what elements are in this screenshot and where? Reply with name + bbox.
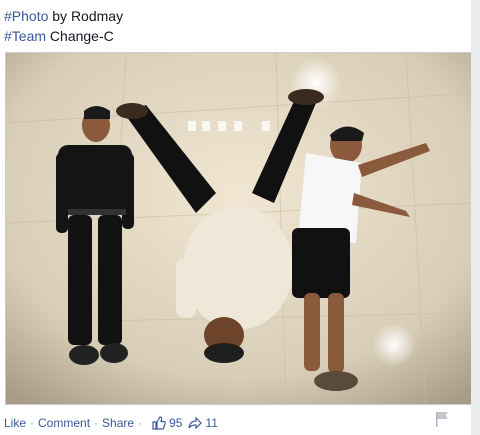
thumbs-up-icon[interactable] — [152, 416, 166, 431]
share-link[interactable]: Share — [102, 416, 134, 430]
caption-line-team: #Team Change-C — [4, 26, 464, 46]
like-link[interactable]: Like — [4, 416, 26, 430]
post-caption: #Photo by Rodmay #Team Change-C — [4, 0, 464, 46]
photo-illustration — [6, 53, 474, 404]
hashtag-photo[interactable]: #Photo — [4, 8, 48, 24]
comment-link[interactable]: Comment — [38, 416, 90, 430]
separator: · — [30, 416, 35, 430]
right-gutter — [471, 0, 480, 435]
post-photo[interactable] — [5, 52, 475, 405]
flag-icon[interactable] — [434, 410, 450, 428]
caption-team-text: Change-C — [46, 28, 114, 44]
like-count[interactable]: 95 — [169, 416, 182, 430]
hashtag-team[interactable]: #Team — [4, 28, 46, 44]
share-count[interactable]: 11 — [205, 416, 217, 430]
caption-photo-text: by Rodmay — [48, 8, 124, 24]
separator: · — [94, 416, 99, 430]
separator: · — [138, 416, 143, 430]
post-card: #Photo by Rodmay #Team Change-C Like · C… — [0, 0, 475, 435]
post-actions-bar: Like · Comment · Share · 95 11 — [4, 414, 218, 432]
share-arrow-icon[interactable] — [188, 416, 203, 431]
caption-line-photo: #Photo by Rodmay — [4, 6, 464, 26]
